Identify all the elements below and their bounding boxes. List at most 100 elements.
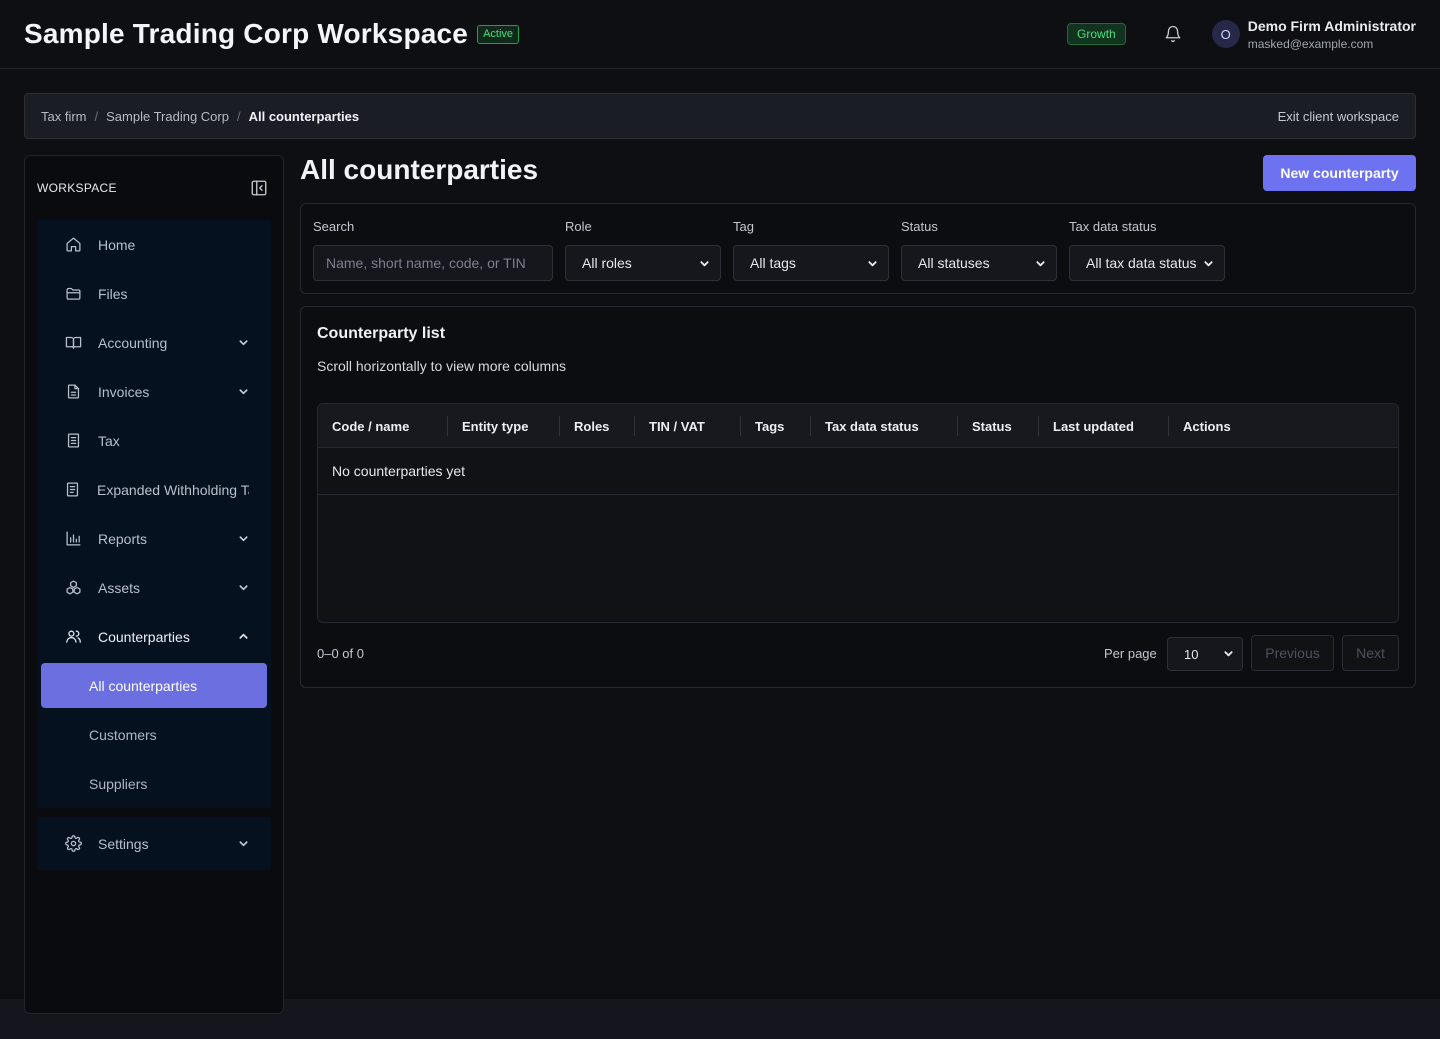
tag-select-value: All tags [750,255,796,271]
tax-status-select[interactable]: All tax data status [1069,245,1225,281]
top-bar: Sample Trading Corp Workspace Active Gro… [0,0,1440,69]
column-divider [810,416,811,436]
breadcrumb-item-client[interactable]: Sample Trading Corp [106,109,229,124]
users-icon [64,628,82,646]
column-header[interactable]: Actions [1183,404,1231,448]
search-label: Search [313,219,355,234]
plan-badge: Growth [1067,23,1126,45]
column-header[interactable]: Status [972,404,1012,448]
column-header[interactable]: Tags [755,404,784,448]
file-text-icon [64,383,82,401]
sidebar-item-withholding[interactable]: Expanded Withholding Tax [37,465,271,514]
tag-select[interactable]: All tags [733,245,889,281]
column-divider [447,416,448,436]
chevron-down-icon [237,838,249,850]
document-icon [64,481,81,499]
sidebar-item-files[interactable]: Files [37,269,271,318]
list-subtitle: Scroll horizontally to view more columns [317,358,566,374]
breadcrumb-separator: / [94,108,99,124]
column-header[interactable]: Last updated [1053,404,1134,448]
per-page-select[interactable]: 10 [1167,637,1243,671]
folder-icon [64,285,82,303]
gear-icon [64,835,82,853]
workspace-title: Sample Trading Corp Workspace [24,18,469,49]
sidebar-collapse-icon[interactable] [249,178,269,198]
sidebar-nav: Home Files Accounting Invoices Tax Expan… [37,220,271,808]
sidebar-item-counterparties[interactable]: Counterparties [37,612,271,661]
chevron-down-icon [237,386,249,398]
bell-icon[interactable] [1162,23,1184,45]
filter-panel: Search Role All roles Tag All tags Statu… [300,203,1416,294]
column-header[interactable]: TIN / VAT [649,404,705,448]
user-menu[interactable]: Demo Firm Administrator masked@example.c… [1248,18,1416,51]
counterparty-table[interactable]: Code / name Entity type Roles TIN / VAT … [317,403,1399,623]
next-page-button[interactable]: Next [1342,635,1399,671]
sidebar-item-reports[interactable]: Reports [37,514,271,563]
sidebar-subitem-suppliers[interactable]: Suppliers [37,759,271,808]
top-right-controls: Growth O Demo Firm Administrator masked@… [1067,18,1416,51]
sidebar-item-invoices[interactable]: Invoices [37,367,271,416]
sidebar-item-label: Counterparties [98,628,190,645]
column-divider [957,416,958,436]
column-divider [634,416,635,436]
sidebar-item-settings[interactable]: Settings [37,817,271,870]
book-icon [64,334,82,352]
breadcrumb-item-tax-firm[interactable]: Tax firm [41,109,87,124]
sidebar-item-label: Reports [98,530,148,547]
column-header[interactable]: Tax data status [825,404,919,448]
sidebar-item-assets[interactable]: Assets [37,563,271,612]
user-name: Demo Firm Administrator [1247,17,1416,34]
sidebar-section-label: WORKSPACE [37,181,117,195]
sidebar-subitem-all-counterparties[interactable]: All counterparties [41,663,267,708]
sidebar-subitem-customers[interactable]: Customers [37,710,271,759]
column-header[interactable]: Code / name [332,404,409,448]
tag-label: Tag [733,219,754,234]
breadcrumb-current: All counterparties [248,108,360,124]
avatar[interactable]: O [1211,20,1240,48]
status-select[interactable]: All statuses [901,245,1057,281]
chevron-down-icon [1223,647,1234,662]
sidebar-item-label: Assets [98,579,141,596]
column-header[interactable]: Entity type [462,404,528,448]
chevron-up-icon [237,631,249,643]
exit-workspace-link[interactable]: Exit client workspace [1278,109,1399,124]
chevron-down-icon [866,257,878,269]
chevron-down-icon [1034,257,1046,269]
sidebar-item-label: Settings [98,835,149,852]
chevron-down-icon [1202,257,1214,269]
column-divider [740,416,741,436]
sidebar-item-label: Tax [98,432,120,449]
sidebar: WORKSPACE Home Files Accounting Invoices… [24,155,284,1014]
sidebar-item-label: Files [98,285,128,302]
role-select-value: All roles [582,255,632,271]
list-title: Counterparty list [317,325,446,342]
table-header: Code / name Entity type Roles TIN / VAT … [318,404,1398,448]
sidebar-item-label: Home [98,236,136,253]
status-select-value: All statuses [918,255,990,271]
sidebar-settings-group: Settings [37,817,271,870]
role-label: Role [565,219,592,234]
chevron-down-icon [698,257,710,269]
table-empty-row: No counterparties yet [318,448,1398,495]
column-header[interactable]: Roles [574,404,609,448]
sidebar-item-accounting[interactable]: Accounting [37,318,271,367]
breadcrumb-separator: / [236,108,241,124]
pagination-range: 0–0 of 0 [317,646,364,661]
user-email: masked@example.com [1247,36,1374,51]
sidebar-item-tax[interactable]: Tax [37,416,271,465]
column-divider [559,416,560,436]
new-counterparty-button[interactable]: New counterparty [1263,155,1416,191]
sidebar-item-label: Invoices [98,383,150,400]
tax-status-label: Tax data status [1069,219,1157,234]
status-badge: Active [477,24,520,44]
boxes-icon [64,579,82,597]
previous-page-button[interactable]: Previous [1251,635,1334,671]
receipt-icon [64,432,82,450]
sidebar-item-label: Accounting [98,334,168,351]
chevron-down-icon [237,582,249,594]
per-page-label: Per page [1104,646,1157,661]
role-select[interactable]: All roles [565,245,721,281]
sidebar-item-home[interactable]: Home [37,220,271,269]
search-input[interactable] [313,245,553,281]
breadcrumb: Tax firm / Sample Trading Corp / All cou… [24,93,1416,139]
